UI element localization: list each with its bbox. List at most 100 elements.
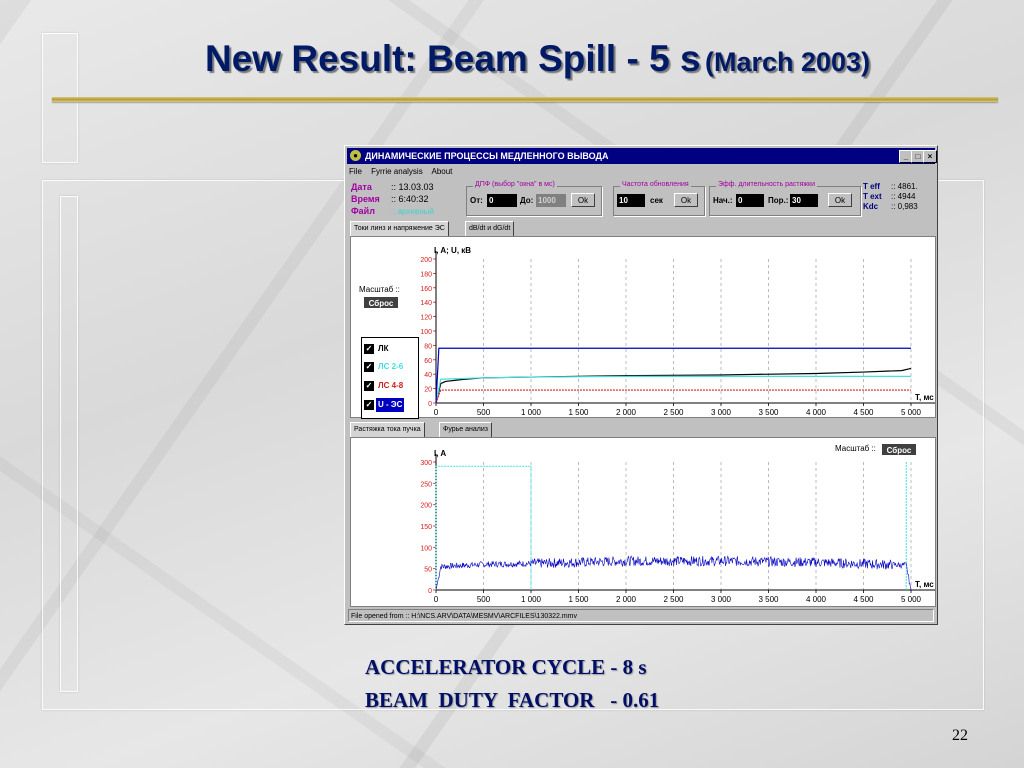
y-tick-label: 0 (428, 588, 432, 595)
y-tick-label: 20 (424, 387, 432, 394)
menu-fourier-analysis[interactable]: Fyrrie analysis (371, 167, 423, 176)
y-tick-label: 200 (420, 503, 432, 510)
y-tick-label: 50 (424, 567, 432, 574)
status-bar: File opened from :: H:\NCS.ARV\DATA\MESM… (348, 609, 934, 622)
tab-derivatives[interactable]: dB/dt и dG/dt (465, 221, 515, 236)
y-tick-label: 80 (424, 343, 432, 350)
slide-title: New Result: Beam Spill - 5 s (March 2003… (205, 38, 870, 80)
text-value: :: 4944 (891, 192, 916, 201)
page-number: 22 (952, 727, 968, 744)
teff-value: :: 4861. (891, 182, 918, 191)
dft-to-input[interactable]: 1000 (536, 194, 566, 207)
x-tick-label: 5 000 (901, 408, 922, 417)
y-tick-label: 120 (420, 315, 432, 322)
slide-title-main: New Result: Beam Spill - 5 s (205, 38, 701, 79)
y-tick-label: 140 (420, 300, 432, 307)
caption-accelerator-cycle: ACCELERATOR CYCLE - 8 s (365, 655, 647, 679)
decor-frame (60, 196, 78, 692)
x-tick-label: 0 (434, 408, 439, 417)
kdc-value: :: 0,983 (891, 202, 918, 211)
x-tick-label: 0 (434, 595, 439, 604)
x-tick-label: 4 500 (853, 595, 874, 604)
dft-to-label: До: (520, 196, 534, 205)
file-value: :: архивный (391, 207, 434, 216)
tab-fourier[interactable]: Фурье анализ (439, 422, 492, 437)
x-tick-label: 3 000 (711, 595, 732, 604)
menu-about[interactable]: About (431, 167, 452, 176)
stretch-threshold-input[interactable]: 30 (790, 194, 818, 207)
y-tick-label: 250 (420, 481, 432, 488)
x-tick-label: 2 000 (616, 408, 637, 417)
x-tick-label: 1 500 (568, 595, 589, 604)
close-button[interactable]: × (923, 150, 937, 163)
x-axis-label: T, мс (915, 393, 934, 402)
x-tick-label: 1 000 (521, 595, 542, 604)
x-tick-label: 500 (477, 595, 491, 604)
bottom-chart: 0 500 1 000 1 500 2 000 2 500 3 000 3 500 4 000 4… (420, 449, 935, 604)
text-label: T ext (863, 192, 882, 201)
kdc-label: Kdc (863, 202, 879, 211)
y-tick-label: 0 (428, 401, 432, 408)
dft-window-group: ДПФ (выбор "окна" в мс) От: 0 До: 1000 O… (466, 181, 602, 216)
y-tick-label: 160 (420, 286, 432, 293)
x-tick-label: 3 500 (758, 408, 779, 417)
x-tick-label: 4 500 (853, 408, 874, 417)
window-title: ДИНАМИЧЕСКИЕ ПРОЦЕССЫ МЕДЛЕННОГО ВЫВОДА (365, 151, 609, 161)
x-tick-label: 2 500 (663, 408, 684, 417)
x-tick-label: 3 000 (711, 408, 732, 417)
y-tick-label: 40 (424, 372, 432, 379)
date-value: :: 13.03.03 (391, 182, 434, 192)
app-icon: ● (350, 150, 361, 161)
y-axis-label: I, A; U, кВ (434, 246, 471, 255)
window-titlebar[interactable]: ● ДИНАМИЧЕСКИЕ ПРОЦЕССЫ МЕДЛЕННОГО ВЫВОД… (347, 148, 937, 164)
dft-from-input[interactable]: 0 (487, 194, 517, 207)
tab-lens-currents[interactable]: Токи линз и напряжение ЭС (350, 221, 449, 236)
y-axis-label: I, A (434, 449, 446, 458)
time-value: :: 6:40:32 (391, 194, 429, 204)
stretch-threshold-label: Пор.: (768, 196, 789, 205)
x-tick-label: 3 500 (758, 595, 779, 604)
x-axis-label: T, мс (915, 580, 934, 589)
stretch-start-input[interactable]: 0 (736, 194, 764, 207)
date-label: Дата (351, 182, 372, 192)
refresh-rate-group: Частота обновления 10 сек Ok (613, 181, 705, 216)
dft-group-legend: ДПФ (выбор "окна" в мс) (473, 181, 557, 188)
y-tick-label: 300 (420, 460, 432, 467)
x-tick-label: 1 000 (521, 408, 542, 417)
top-plot-panel: Масштаб :: Сброс ✓ ЛК ✓ ЛС 2-6 ✓ ЛС 4-8 ✓ U … (350, 236, 936, 419)
refresh-group-legend: Частота обновления (620, 181, 691, 188)
top-chart: 0 500 1 000 1 500 2 000 2 500 3 000 3 500 4 000 4… (420, 246, 935, 417)
x-tick-label: 2 000 (616, 595, 637, 604)
y-tick-label: 200 (420, 257, 432, 264)
y-tick-label: 180 (420, 271, 432, 278)
x-tick-label: 1 500 (568, 408, 589, 417)
tab-beam-stretch[interactable]: Растяжка тока пучка (350, 422, 425, 437)
x-tick-label: 2 500 (663, 595, 684, 604)
stretch-duration-group: Эфф. длительность растяжки Нач.: 0 Пор.:… (709, 181, 861, 216)
stretch-group-legend: Эфф. длительность растяжки (716, 181, 818, 188)
file-label: Файл (351, 206, 375, 216)
refresh-unit: сек (650, 196, 663, 205)
x-tick-label: 4 000 (806, 595, 827, 604)
stats-panel: T eff:: 4861. T ext:: 4944 Kdc:: 0,983 (863, 182, 918, 212)
x-tick-label: 500 (477, 408, 491, 417)
menu-bar: File Fyrrie analysis About (349, 165, 459, 178)
app-window: ● ДИНАМИЧЕСКИЕ ПРОЦЕССЫ МЕДЛЕННОГО ВЫВОД… (344, 145, 938, 625)
y-tick-label: 100 (420, 329, 432, 336)
stretch-start-label: Нач.: (713, 196, 733, 205)
teff-label: T eff (863, 182, 880, 191)
refresh-input[interactable]: 10 (617, 194, 645, 207)
x-tick-label: 5 000 (901, 595, 922, 604)
y-tick-label: 150 (420, 524, 432, 531)
bottom-plot-panel: Масштаб :: Сброс 0 500 1 000 1 500 2 000 2 50… (350, 437, 936, 607)
stretch-ok-button[interactable]: Ok (828, 193, 852, 207)
refresh-ok-button[interactable]: Ok (674, 193, 698, 207)
menu-file[interactable]: File (349, 167, 362, 176)
dft-from-label: От: (470, 196, 483, 205)
slide-title-sub: (March 2003) (704, 47, 871, 77)
caption-duty-factor: BEAM DUTY FACTOR - 0.61 (365, 688, 660, 712)
y-tick-label: 60 (424, 358, 432, 365)
y-tick-label: 100 (420, 545, 432, 552)
dft-ok-button[interactable]: Ok (571, 193, 595, 207)
title-underline (52, 97, 998, 102)
